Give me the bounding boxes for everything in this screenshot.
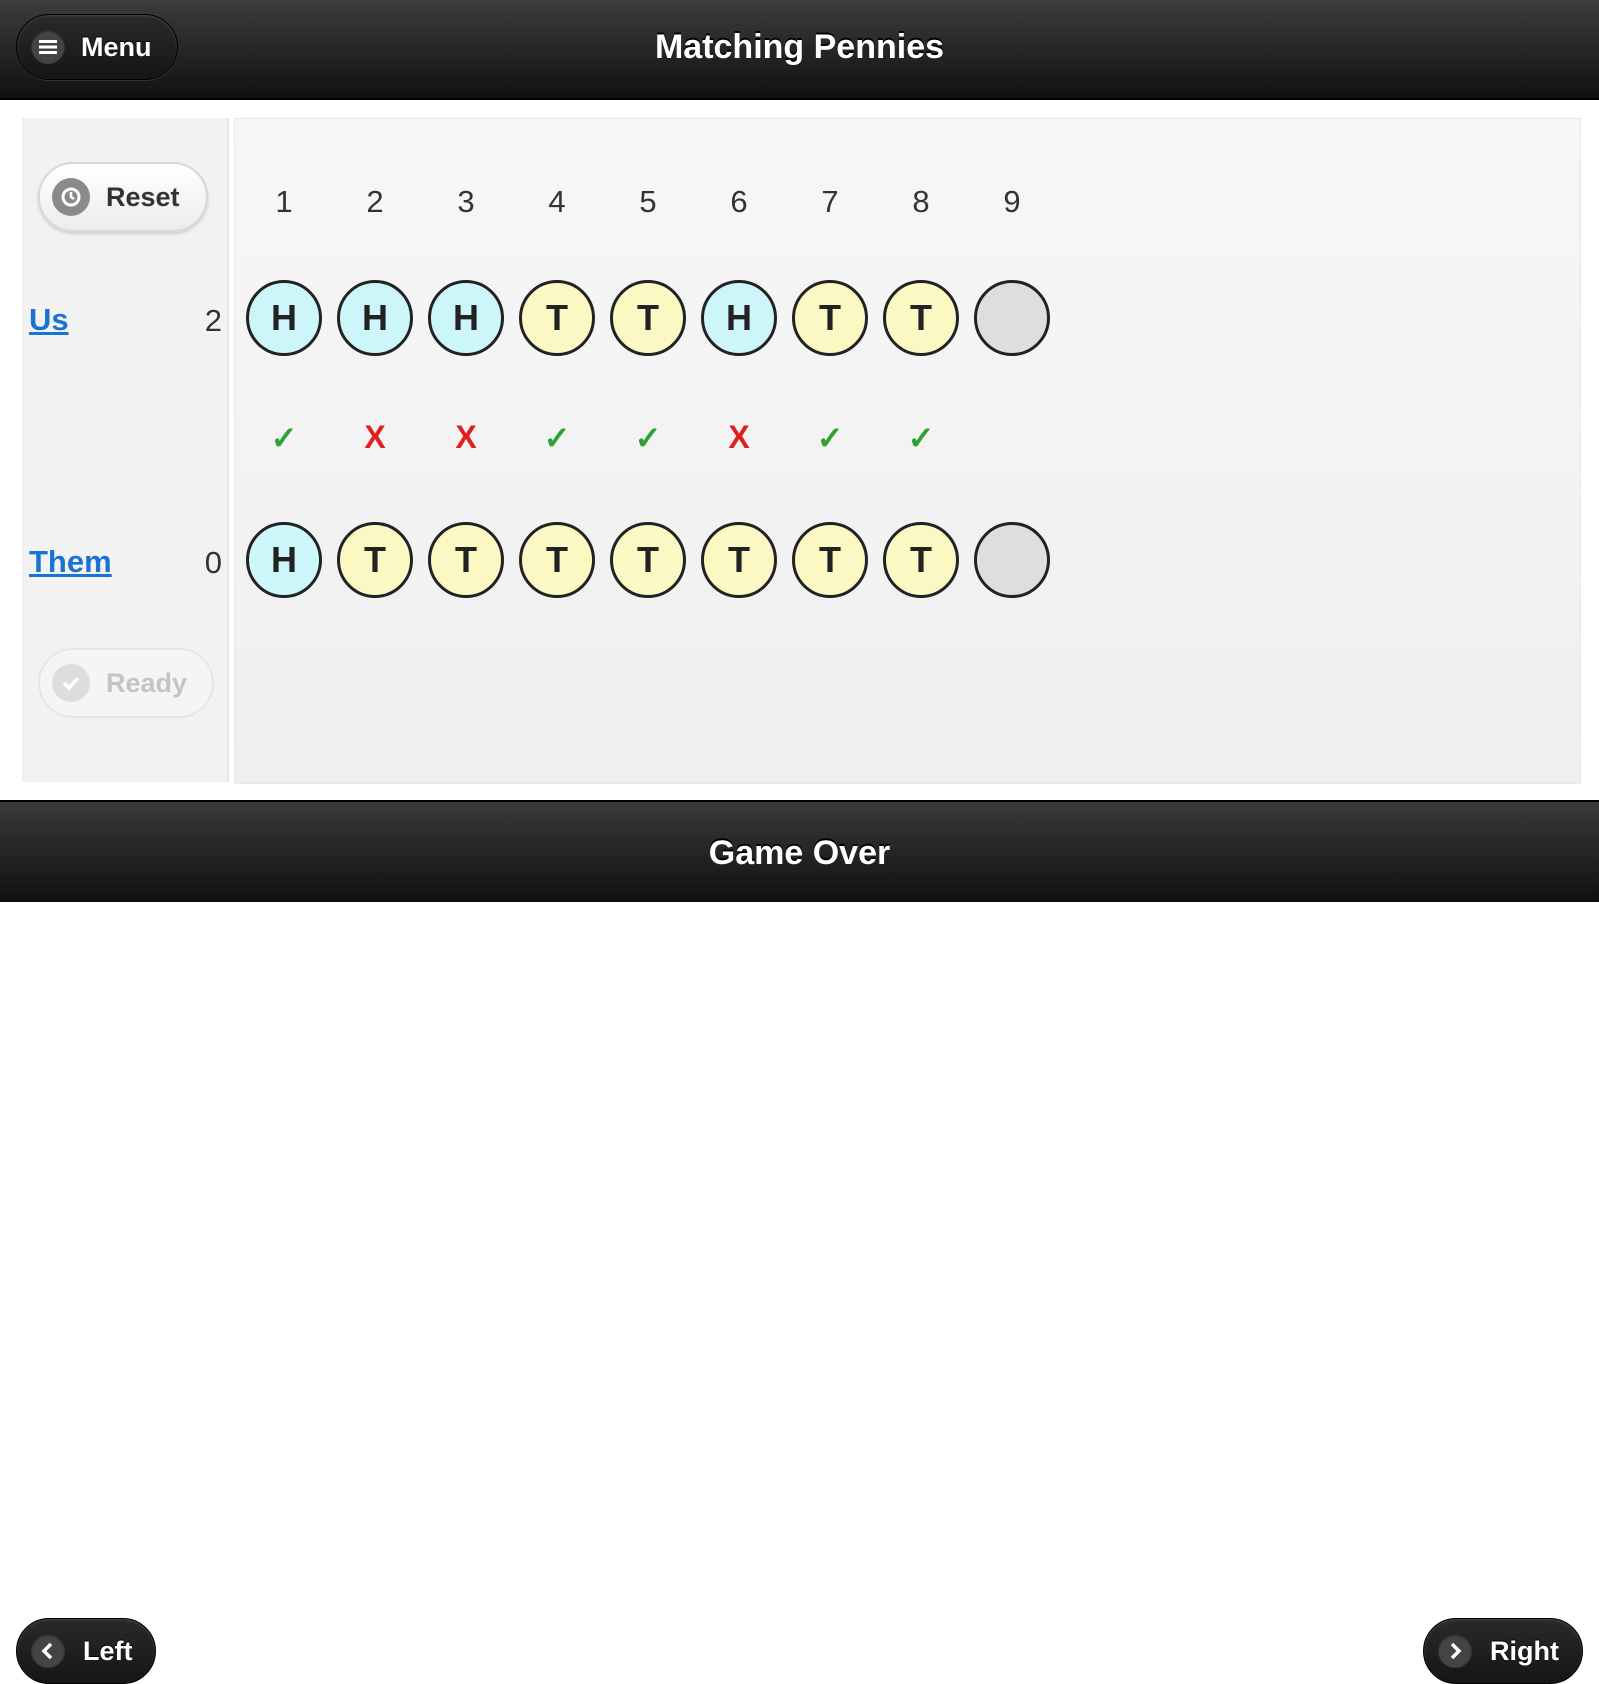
miss-icon: X xyxy=(455,419,477,455)
coin-them[interactable]: T xyxy=(519,522,595,598)
coin-us[interactable]: H xyxy=(337,280,413,356)
round-number: 3 xyxy=(457,184,475,219)
round-number: 9 xyxy=(1003,184,1021,219)
match-icon: ✓ xyxy=(270,420,298,456)
game-status: Game Over xyxy=(708,834,891,872)
coin-them[interactable]: T xyxy=(792,522,868,598)
footer-bar: Left Game Over Right xyxy=(0,800,1599,1684)
header-bar: Menu Matching Pennies xyxy=(0,0,1599,100)
coin-them[interactable]: T xyxy=(883,522,959,598)
round-number: 4 xyxy=(548,184,566,219)
miss-icon: X xyxy=(364,419,386,455)
reset-icon xyxy=(52,178,90,216)
score-them: 0 xyxy=(204,545,222,580)
miss-icon: X xyxy=(728,419,750,455)
left-label: Left xyxy=(83,1635,133,1666)
coin-them[interactable] xyxy=(974,522,1050,598)
reset-button[interactable]: Reset xyxy=(38,162,208,232)
ready-label: Ready xyxy=(106,667,188,698)
coin-them[interactable]: T xyxy=(337,522,413,598)
coin-them[interactable]: H xyxy=(246,522,322,598)
main-content: Reset Ready Us 2 Them 0 123456789HHHTTHT… xyxy=(0,100,1599,800)
player-them-link[interactable]: Them xyxy=(29,544,112,580)
chevron-right-icon xyxy=(1438,1634,1472,1668)
coin-them[interactable]: T xyxy=(701,522,777,598)
coin-us[interactable]: T xyxy=(519,280,595,356)
match-icon: ✓ xyxy=(907,420,935,456)
left-button[interactable]: Left xyxy=(16,1618,156,1684)
round-number: 2 xyxy=(366,184,384,219)
match-icon: ✓ xyxy=(543,420,571,456)
coin-us[interactable]: H xyxy=(246,280,322,356)
chevron-left-icon xyxy=(31,1634,65,1668)
match-icon: ✓ xyxy=(816,420,844,456)
coin-us[interactable]: T xyxy=(610,280,686,356)
coin-us[interactable]: T xyxy=(883,280,959,356)
round-number: 5 xyxy=(639,184,657,219)
round-number: 6 xyxy=(730,184,748,219)
right-button[interactable]: Right xyxy=(1423,1618,1583,1684)
round-number: 8 xyxy=(912,184,930,219)
round-number: 1 xyxy=(275,184,293,219)
page-title: Matching Pennies xyxy=(654,28,945,66)
player-us-link[interactable]: Us xyxy=(29,302,69,338)
ready-button[interactable]: Ready xyxy=(38,648,214,718)
coin-us[interactable]: H xyxy=(428,280,504,356)
check-icon xyxy=(52,664,90,702)
coin-us[interactable]: H xyxy=(701,280,777,356)
coin-us[interactable] xyxy=(974,280,1050,356)
match-icon: ✓ xyxy=(634,420,662,456)
coin-them[interactable]: T xyxy=(428,522,504,598)
right-label: Right xyxy=(1490,1635,1559,1666)
coin-them[interactable]: T xyxy=(610,522,686,598)
coin-us[interactable]: T xyxy=(792,280,868,356)
score-us: 2 xyxy=(204,303,222,338)
reset-label: Reset xyxy=(106,181,180,212)
round-number: 7 xyxy=(821,184,839,219)
